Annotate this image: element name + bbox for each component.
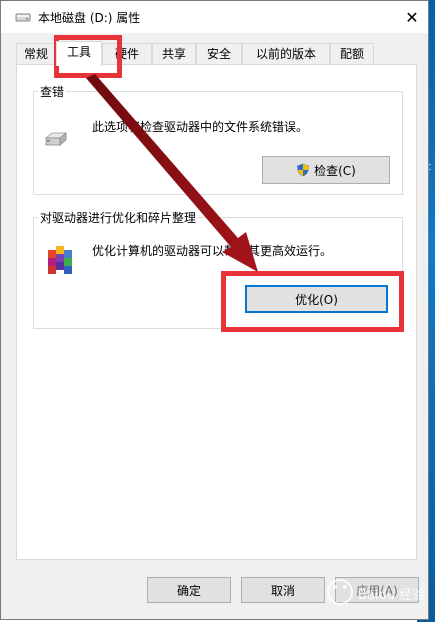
title-bar[interactable]: 本地磁盘 (D:) 属性 ✕ xyxy=(1,1,428,33)
ok-button[interactable]: 确定 xyxy=(147,577,231,603)
defrag-icon xyxy=(48,246,72,274)
cancel-button-label: 取消 xyxy=(270,583,295,598)
cancel-button[interactable]: 取消 xyxy=(241,577,325,603)
drive-title-icon xyxy=(15,13,31,22)
close-icon: ✕ xyxy=(405,7,419,27)
check-button-label: 检查(C) xyxy=(314,163,356,178)
tab-security[interactable]: 安全 xyxy=(196,43,242,64)
optimize-group-label: 对驱动器进行优化和碎片整理 xyxy=(38,209,199,226)
close-button[interactable]: ✕ xyxy=(397,3,427,31)
tab-previous-versions[interactable]: 以前的版本 xyxy=(242,43,330,64)
check-button[interactable]: 检查(C) xyxy=(262,156,390,184)
error-check-group-label: 查错 xyxy=(38,83,67,100)
tab-tools[interactable]: 工具 xyxy=(56,41,102,66)
optimize-button-label: 优化(O) xyxy=(295,292,338,307)
tab-general[interactable]: 常规 xyxy=(16,43,56,64)
tab-sharing[interactable]: 共享 xyxy=(152,43,196,64)
drive-icon xyxy=(44,132,68,146)
ok-button-label: 确定 xyxy=(176,583,201,598)
error-check-group: 查错 此选项将检查驱动器中的文件系统错误。 检查(C) xyxy=(33,83,403,195)
optimize-button[interactable]: 优化(O) xyxy=(245,285,388,313)
error-check-description: 此选项将检查驱动器中的文件系统错误。 xyxy=(92,120,309,134)
tab-quota[interactable]: 配额 xyxy=(330,43,374,64)
apply-button-label: 应用(A) xyxy=(356,583,398,598)
window-title: 本地磁盘 (D:) 属性 xyxy=(38,11,141,25)
uac-shield-icon xyxy=(297,163,309,177)
properties-dialog: 本地磁盘 (D:) 属性 ✕ 常规 工具 硬件 共享 安全 以前的版本 配额 查… xyxy=(0,0,429,620)
tab-hardware[interactable]: 硬件 xyxy=(102,43,152,64)
apply-button[interactable]: 应用(A) xyxy=(335,577,419,603)
optimize-description: 优化计算机的驱动器可以帮助其更高效运行。 xyxy=(92,244,333,258)
